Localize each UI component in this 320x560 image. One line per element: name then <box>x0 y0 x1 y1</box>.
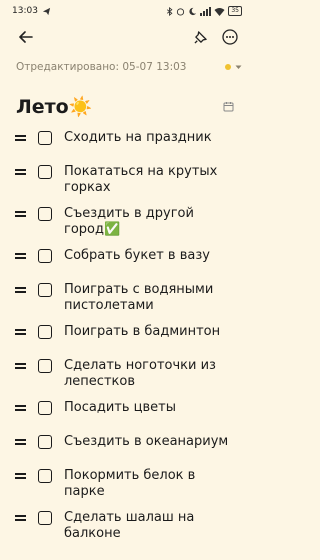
item-checkbox[interactable] <box>38 249 52 263</box>
list-item: Сделать ноготочки из лепестков <box>0 358 252 400</box>
bluetooth-icon <box>167 6 173 16</box>
item-checkbox[interactable] <box>38 359 52 373</box>
list-item: Посадить цветы <box>0 400 252 434</box>
item-checkbox[interactable] <box>38 165 52 179</box>
color-dot-icon <box>225 64 231 70</box>
more-icon <box>222 29 238 45</box>
item-checkbox[interactable] <box>38 207 52 221</box>
list-item: Съездить в океанариум <box>0 434 252 468</box>
item-text[interactable]: Сделать ноготочки из лепестков <box>64 358 240 390</box>
calendar-icon <box>223 101 233 111</box>
drag-handle-icon[interactable] <box>15 510 29 523</box>
pin-icon <box>193 30 207 44</box>
list-item: Сделать шалаш на балконе <box>0 510 252 552</box>
battery-icon: 35 <box>228 6 242 16</box>
calendar-button[interactable] <box>216 94 240 118</box>
telegram-icon <box>42 7 51 15</box>
item-checkbox[interactable] <box>38 401 52 415</box>
item-checkbox[interactable] <box>38 511 52 525</box>
drag-handle-icon[interactable] <box>15 164 29 177</box>
status-time: 13:03 <box>12 6 38 16</box>
list-item: Съездить в другой город✅ <box>0 206 252 248</box>
pin-button[interactable] <box>188 25 212 49</box>
chevron-down-icon <box>235 65 242 69</box>
drag-handle-icon[interactable] <box>15 468 29 481</box>
color-picker[interactable] <box>225 64 242 70</box>
status-bar: 13:03 35 <box>0 0 252 22</box>
list-item: Поиграть с водяными пистолетами <box>0 282 252 324</box>
item-text[interactable]: Поиграть с водяными пистолетами <box>64 282 240 314</box>
drag-handle-icon[interactable] <box>15 248 29 261</box>
dnd-icon <box>189 7 197 15</box>
list-item: Сходить на праздник <box>0 130 252 164</box>
drag-handle-icon[interactable] <box>15 400 29 413</box>
item-text[interactable]: Поиграть в бадминтон <box>64 324 240 340</box>
item-checkbox[interactable] <box>38 435 52 449</box>
item-text[interactable]: Собрать букет в вазу <box>64 248 240 264</box>
item-checkbox[interactable] <box>38 469 52 483</box>
back-button[interactable] <box>14 25 38 49</box>
item-text[interactable]: Покормить белок в парке <box>64 468 240 500</box>
alarm-icon <box>177 7 185 16</box>
drag-handle-icon[interactable] <box>15 282 29 295</box>
item-text[interactable]: Съездить в другой город✅ <box>64 206 240 238</box>
arrow-left-icon <box>19 31 33 43</box>
drag-handle-icon[interactable] <box>15 206 29 219</box>
drag-handle-icon[interactable] <box>15 434 29 447</box>
list-item: Поиграть в бадминтон <box>0 324 252 358</box>
item-checkbox[interactable] <box>38 283 52 297</box>
drag-handle-icon[interactable] <box>15 324 29 337</box>
list-item: Собрать букет в вазу <box>0 248 252 282</box>
drag-handle-icon[interactable] <box>15 130 29 143</box>
note-title[interactable]: Лето☀️ <box>16 95 92 118</box>
item-text[interactable]: Съездить в океанариум <box>64 434 240 450</box>
wifi-icon <box>214 7 225 16</box>
drag-handle-icon[interactable] <box>15 358 29 371</box>
signal-icon <box>200 6 212 16</box>
item-text[interactable]: Сходить на праздник <box>64 130 240 146</box>
note-title-row: Лето☀️ <box>0 90 252 122</box>
item-checkbox[interactable] <box>38 325 52 339</box>
item-text[interactable]: Сделать шалаш на балконе <box>64 510 240 542</box>
item-text[interactable]: Посадить цветы <box>64 400 240 416</box>
more-options-button[interactable] <box>218 25 242 49</box>
status-icons: 35 <box>166 6 242 16</box>
item-checkbox[interactable] <box>38 131 52 145</box>
item-text[interactable]: Покататься на крутых горках <box>64 164 240 196</box>
edited-timestamp: Отредактировано: 05-07 13:03 <box>16 61 187 73</box>
list-item: Покататься на крутых горках <box>0 164 252 206</box>
checklist: Сходить на праздник Покататься на крутых … <box>0 130 252 552</box>
list-item: Покормить белок в парке <box>0 468 252 510</box>
note-meta: Отредактировано: 05-07 13:03 <box>0 52 252 82</box>
toolbar <box>0 22 252 52</box>
